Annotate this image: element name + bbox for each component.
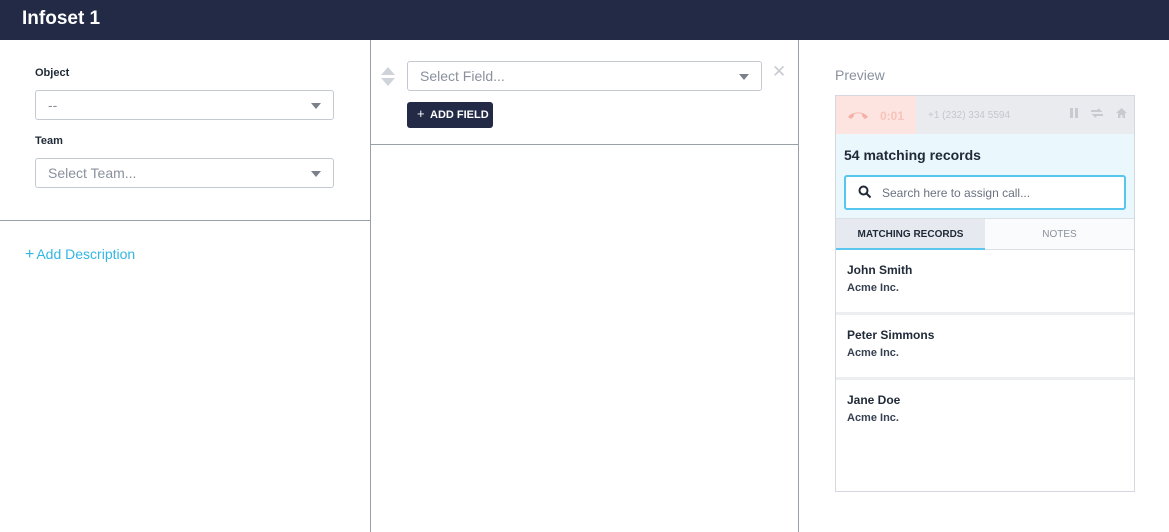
plus-icon: + <box>25 246 35 263</box>
team-select[interactable]: Select Team... <box>35 158 334 188</box>
home-icon[interactable] <box>1115 107 1128 122</box>
call-timer: 0:01 <box>880 109 905 123</box>
add-description-link[interactable]: + Add Description <box>25 246 135 264</box>
matching-records-title: 54 matching records <box>844 147 981 163</box>
tab-notes[interactable]: NOTES <box>985 219 1134 250</box>
object-label: Object <box>35 67 70 79</box>
record-company: Acme Inc. <box>847 282 899 294</box>
plus-icon: + <box>417 106 425 121</box>
pause-icon[interactable] <box>1069 107 1079 122</box>
preview-panel: 0:01 +1 (232) 334 5594 54 matching recor… <box>835 95 1135 492</box>
search-placeholder: Search here to assign call... <box>882 186 1031 200</box>
call-number: +1 (232) 334 5594 <box>928 110 1011 121</box>
team-select-placeholder: Select Team... <box>48 165 137 181</box>
close-icon[interactable]: ✕ <box>772 62 786 82</box>
transfer-icon[interactable] <box>1090 107 1104 122</box>
record-company: Acme Inc. <box>847 347 899 359</box>
divider <box>798 40 799 532</box>
middle-panel: Select Field... ✕ + ADD FIELD <box>371 40 798 532</box>
preview-label: Preview <box>835 67 885 83</box>
add-field-label: ADD FIELD <box>430 109 489 121</box>
add-field-button[interactable]: + ADD FIELD <box>407 102 493 128</box>
list-item[interactable]: Jane Doe Acme Inc. <box>836 380 1134 442</box>
divider <box>0 220 370 221</box>
object-select[interactable]: -- <box>35 90 334 120</box>
record-company: Acme Inc. <box>847 412 899 424</box>
call-bar: 0:01 +1 (232) 334 5594 <box>836 96 1134 134</box>
left-panel: Object -- Team Select Team... + Add Descr… <box>0 40 370 532</box>
object-select-value: -- <box>48 97 58 113</box>
list-item[interactable]: John Smith Acme Inc. <box>836 250 1134 312</box>
chevron-down-icon <box>311 103 321 109</box>
record-name: Peter Simmons <box>847 328 935 342</box>
matching-header: 54 matching records Search here to assig… <box>836 134 1134 218</box>
page-title: Infoset 1 <box>22 8 101 29</box>
divider <box>371 144 798 145</box>
field-select[interactable]: Select Field... <box>407 61 762 91</box>
top-bar: Infoset 1 <box>0 0 1169 40</box>
record-name: Jane Doe <box>847 393 901 407</box>
chevron-down-icon <box>739 74 749 80</box>
tab-matching-records[interactable]: MATCHING RECORDS <box>836 219 985 250</box>
field-select-placeholder: Select Field... <box>420 68 505 84</box>
record-name: John Smith <box>847 263 913 277</box>
search-input[interactable]: Search here to assign call... <box>844 175 1126 210</box>
add-description-label: Add Description <box>36 246 136 262</box>
sort-handle-icon[interactable] <box>381 67 395 87</box>
preview-tabs: MATCHING RECORDS NOTES <box>836 218 1134 250</box>
team-label: Team <box>35 135 63 147</box>
search-icon <box>858 185 872 199</box>
chevron-down-icon <box>311 171 321 177</box>
list-item[interactable]: Peter Simmons Acme Inc. <box>836 315 1134 377</box>
phone-hangup-icon[interactable] <box>846 108 870 124</box>
